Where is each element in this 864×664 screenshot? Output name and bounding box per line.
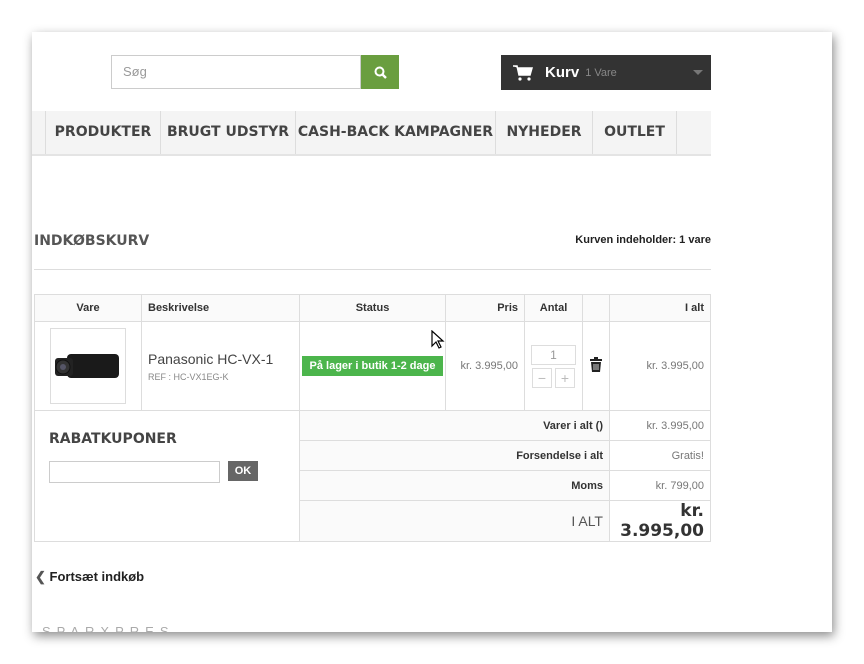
footer-heading: SPARXPRES xyxy=(42,624,175,632)
col-vare: Vare xyxy=(34,294,142,322)
search-icon xyxy=(374,66,387,79)
summary-label: Moms xyxy=(299,470,610,501)
item-price: kr. 3.995,00 xyxy=(445,321,525,411)
summary-value: kr. 3.995,00 xyxy=(609,410,711,441)
col-delete xyxy=(582,294,610,322)
summary-label: Forsendelse i alt xyxy=(299,440,610,471)
summary-value: kr. 799,00 xyxy=(609,470,711,501)
nav-cash-back[interactable]: CASH-BACK KAMPAGNER xyxy=(295,111,495,154)
chevron-down-icon xyxy=(693,70,703,80)
quantity-input[interactable]: 1 xyxy=(531,344,576,365)
trash-icon[interactable] xyxy=(590,357,602,372)
col-beskrivelse: Beskrivelse xyxy=(141,294,300,322)
coupon-title: RABATKUPONER xyxy=(49,431,177,447)
cart-table: Vare Beskrivelse Status Pris Antal I alt… xyxy=(34,294,711,542)
chevron-left-icon: ❮ xyxy=(35,569,50,584)
col-status: Status xyxy=(299,294,446,322)
coupon-input[interactable] xyxy=(49,461,220,483)
product-ref: REF : HC-VX1EG-K xyxy=(148,371,229,382)
col-pris: Pris xyxy=(445,294,525,322)
page-title: INDKØBSKURV xyxy=(34,233,150,249)
grand-total-label: I ALT xyxy=(299,500,610,542)
continue-label: Fortsæt indkøb xyxy=(49,569,145,584)
status-badge: På lager i butik 1-2 dage xyxy=(301,356,444,376)
product-image[interactable] xyxy=(50,328,126,404)
item-total: kr. 3.995,00 xyxy=(609,321,711,411)
coupon-ok-button[interactable]: OK xyxy=(228,461,258,481)
nav-brugt-udstyr[interactable]: BRUGT UDSTYR xyxy=(160,111,295,154)
cart-count: 1 Vare xyxy=(585,66,617,79)
grand-total-value: kr. 3.995,00 xyxy=(609,500,711,542)
cart-button[interactable]: Kurv 1 Vare xyxy=(501,55,711,90)
search-input[interactable]: Søg xyxy=(111,55,361,89)
cart-count-text: Kurven indeholder: 1 vare xyxy=(575,234,711,246)
col-i-alt: I alt xyxy=(609,294,711,322)
decrease-button[interactable]: − xyxy=(532,367,552,388)
col-antal: Antal xyxy=(524,294,583,322)
continue-shopping-link[interactable]: ❮ Fortsæt indkøb xyxy=(35,569,144,585)
search-button[interactable] xyxy=(361,55,399,89)
increase-button[interactable]: + xyxy=(555,367,575,388)
nav-outlet[interactable]: OUTLET xyxy=(592,111,677,154)
nav-produkter[interactable]: PRODUKTER xyxy=(45,111,160,154)
table-row: Panasonic HC-VX-1 REF : HC-VX1EG-K På lag… xyxy=(34,321,711,411)
cart-label: Kurv xyxy=(545,64,580,81)
summary-label: Varer i alt () xyxy=(299,410,610,441)
cart-icon xyxy=(513,64,533,81)
summary-value: Gratis! xyxy=(609,440,711,471)
nav-nyheder[interactable]: NYHEDER xyxy=(495,111,592,154)
table-header: Vare Beskrivelse Status Pris Antal I alt xyxy=(34,294,711,322)
divider xyxy=(34,269,711,270)
product-name[interactable]: Panasonic HC-VX-1 xyxy=(148,351,299,367)
main-nav: PRODUKTER BRUGT UDSTYR CASH-BACK KAMPAGN… xyxy=(32,111,711,156)
mouse-cursor-icon xyxy=(431,330,445,349)
